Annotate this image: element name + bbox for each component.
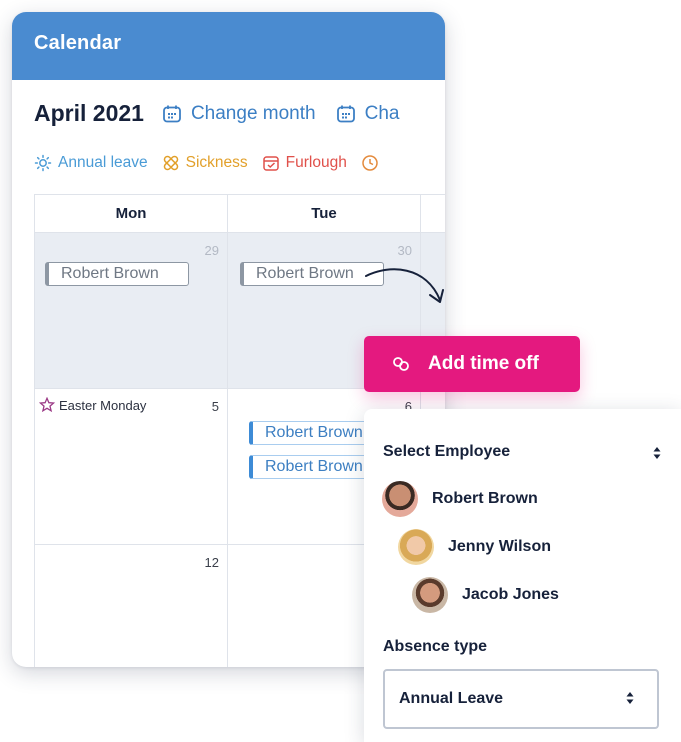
change-month-label: Change month bbox=[190, 102, 316, 124]
legend-furlough[interactable]: Furlough bbox=[262, 154, 347, 172]
weekday-header-mon: Mon bbox=[34, 194, 227, 232]
sort-arrows-icon bbox=[626, 692, 634, 704]
link-icon bbox=[393, 357, 409, 371]
absence-legend: Annual leave Sickness Furlough bbox=[34, 154, 399, 172]
avatar bbox=[382, 481, 418, 517]
day-cell[interactable]: Easter Monday 5 bbox=[34, 388, 227, 544]
weekday-header-tue: Tue bbox=[227, 194, 420, 232]
curved-arrow-icon bbox=[365, 268, 444, 303]
legend-annual-leave-label: Annual leave bbox=[58, 154, 148, 171]
holiday-name: Easter Monday bbox=[59, 397, 147, 413]
avatar bbox=[412, 577, 448, 613]
add-time-off-label: Add time off bbox=[428, 353, 539, 374]
clock-icon bbox=[362, 155, 378, 171]
legend-annual-leave[interactable]: Annual leave bbox=[34, 154, 148, 172]
calendar-icon bbox=[336, 105, 355, 122]
calendar-header: Calendar bbox=[12, 12, 445, 80]
employee-name: Jenny Wilson bbox=[448, 538, 551, 555]
calendar-check-icon bbox=[262, 156, 279, 171]
day-number: 30 bbox=[397, 243, 412, 258]
absence-type-value: Annual Leave bbox=[399, 690, 504, 707]
avatar bbox=[398, 529, 434, 565]
day-number: 12 bbox=[204, 555, 219, 570]
legend-sickness[interactable]: Sickness bbox=[162, 154, 248, 172]
employee-name: Robert Brown bbox=[432, 490, 538, 507]
employee-option[interactable]: Robert Brown bbox=[382, 481, 538, 517]
add-time-off-button[interactable]: Add time off bbox=[364, 336, 580, 392]
calendar-title: Calendar bbox=[34, 32, 122, 54]
change-other-label: Cha bbox=[364, 102, 400, 124]
change-month-button[interactable]: Change month bbox=[162, 103, 316, 125]
sort-arrows-icon[interactable] bbox=[652, 445, 662, 461]
legend-clock[interactable] bbox=[361, 154, 385, 172]
month-toolbar: April 2021 Change month Cha bbox=[34, 100, 419, 127]
employee-name: Jacob Jones bbox=[462, 586, 559, 603]
add-time-off-panel: Select Employee Robert Brown Jenny Wilso… bbox=[364, 409, 681, 742]
calendar-icon bbox=[163, 105, 181, 122]
absence-type-label: Absence type bbox=[383, 638, 488, 655]
legend-sickness-label: Sickness bbox=[185, 154, 248, 171]
weekday-header-wed bbox=[420, 194, 445, 232]
legend-furlough-label: Furlough bbox=[285, 154, 347, 171]
time-off-entry[interactable]: Robert Brown bbox=[45, 262, 189, 286]
employee-option[interactable]: Jenny Wilson bbox=[398, 529, 551, 565]
star-icon bbox=[39, 397, 55, 413]
day-number: 5 bbox=[211, 399, 219, 414]
absence-type-select[interactable]: Annual Leave bbox=[383, 669, 659, 729]
change-other-button[interactable]: Cha bbox=[336, 102, 400, 125]
select-employee-label: Select Employee bbox=[383, 443, 511, 460]
month-title: April 2021 bbox=[34, 100, 144, 126]
day-cell[interactable]: 12 bbox=[34, 544, 227, 667]
holiday-label: Easter Monday bbox=[39, 397, 146, 413]
employee-option[interactable]: Jacob Jones bbox=[412, 577, 559, 613]
bandage-icon bbox=[163, 155, 178, 171]
sun-icon bbox=[34, 154, 52, 172]
day-cell[interactable]: 29 Robert Brown bbox=[34, 232, 227, 388]
day-number: 29 bbox=[204, 243, 219, 258]
